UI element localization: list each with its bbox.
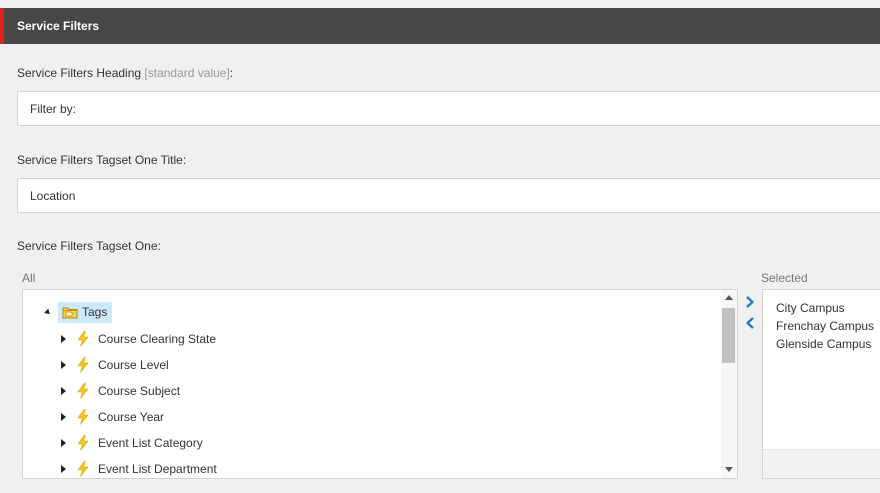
top-strip [0,0,880,8]
expand-caret-icon[interactable] [61,361,66,369]
selected-list[interactable]: City Campus Frenchay Campus Glenside Campu… [762,289,880,479]
tagset-label: Service Filters Tagset One: [17,239,161,253]
remove-selected-button[interactable] [744,316,756,330]
selected-item[interactable]: Frenchay Campus [776,317,874,335]
heading-field-label-text: Service Filters Heading [17,66,142,80]
tree-root-node[interactable]: Tags [58,301,113,323]
expand-caret-icon[interactable] [61,439,66,447]
tree-item-label: Event List Department [98,462,217,476]
lightning-bolt-icon [77,461,89,477]
selected-item[interactable]: City Campus [776,299,874,317]
tree-item[interactable]: Course Clearing State [61,328,216,350]
expand-caret-icon[interactable] [61,387,66,395]
section-header[interactable]: Service Filters [0,8,880,44]
tree-item[interactable]: Course Year [61,406,164,428]
tagset-title-input[interactable] [17,178,880,213]
expand-caret-icon[interactable] [61,335,66,343]
tree-item[interactable]: Event List Department [61,458,217,478]
selected-item[interactable]: Glenside Campus [776,335,874,353]
scroll-up-icon[interactable] [725,295,733,300]
add-selected-button[interactable] [744,295,756,309]
lightning-bolt-icon [77,383,89,399]
expand-caret-icon[interactable] [61,465,66,473]
tree-item[interactable]: Course Level [61,354,169,376]
chevron-left-icon [746,317,754,329]
collapse-caret-icon[interactable] [44,308,52,316]
tree-root-tags[interactable]: Tags [44,301,113,323]
heading-input[interactable] [17,91,880,126]
lightning-bolt-icon [77,331,89,347]
heading-label-colon: : [229,66,234,80]
tree-item-label: Event List Category [98,436,203,450]
heading-field-label: Service Filters Heading [standard value]… [17,66,233,80]
tree-scrollbar[interactable] [721,290,737,478]
standard-value-hint: [standard value] [144,66,230,80]
scroll-thumb[interactable] [722,308,735,363]
lightning-bolt-icon [77,357,89,373]
tree-root-label: Tags [82,305,108,319]
scroll-down-icon[interactable] [725,467,733,472]
tagset-title-label: Service Filters Tagset One Title: [17,153,187,167]
chevron-right-icon [746,296,754,308]
selected-list-caption: Selected [761,271,808,285]
all-tags-tree[interactable]: Tags Course Clearing State Course Level Co… [22,289,738,479]
lightning-bolt-icon [77,435,89,451]
folder-tag-icon [62,307,78,319]
lightning-bolt-icon [77,409,89,425]
all-list-caption: All [22,271,36,285]
tree-item-label: Course Clearing State [98,332,217,346]
tree-item-label: Course Level [98,358,169,372]
tree-item[interactable]: Event List Category [61,432,203,454]
selected-list-footer [763,449,880,478]
expand-caret-icon[interactable] [61,413,66,421]
section-title: Service Filters [17,19,100,33]
tree-item-label: Course Year [98,410,165,424]
tree-item-label: Course Subject [98,384,181,398]
tree-item[interactable]: Course Subject [61,380,180,402]
content-editor-page: Service Filters Service Filters Heading … [0,0,880,493]
